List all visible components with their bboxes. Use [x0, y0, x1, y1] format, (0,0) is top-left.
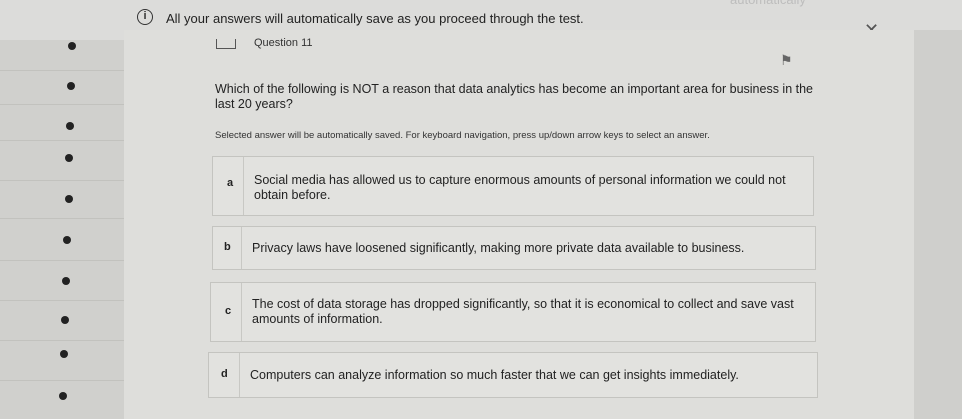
question-label: Question 11 [254, 37, 313, 49]
keyboard-instruction: Selected answer will be automatically sa… [215, 130, 710, 141]
question-status-dot [61, 316, 69, 324]
right-margin [914, 30, 962, 419]
rail-row[interactable] [0, 140, 124, 181]
answer-divider [241, 227, 242, 269]
autosave-message: All your answers will automatically save… [166, 11, 584, 26]
info-icon: i [137, 9, 153, 25]
question-status-dot [65, 154, 73, 162]
answer-text: Privacy laws have loosened significantly… [252, 241, 745, 255]
question-status-dot [66, 122, 74, 130]
rail-row[interactable] [0, 300, 124, 341]
question-status-dot [63, 236, 71, 244]
faded-background-text: automatically [730, 0, 806, 7]
answer-option-c[interactable]: c The cost of data storage has dropped s… [210, 282, 816, 342]
question-text: Which of the following is NOT a reason t… [215, 82, 814, 111]
question-status-dot [60, 350, 68, 358]
rail-row[interactable] [0, 340, 124, 381]
answer-letter: d [221, 368, 228, 380]
answer-text: The cost of data storage has dropped sig… [252, 297, 794, 326]
answer-option-d[interactable]: d Computers can analyze information so m… [208, 352, 818, 398]
answer-letter: a [227, 177, 234, 189]
flag-icon[interactable]: ⚑ [780, 52, 793, 69]
question-status-dot [68, 42, 76, 50]
question-icon [216, 39, 236, 49]
answer-option-a[interactable]: a Social media has allowed us to capture… [212, 156, 814, 216]
answer-option-b[interactable]: b Privacy laws have loosened significant… [212, 226, 816, 270]
answer-text: Social media has allowed us to capture e… [254, 173, 786, 202]
question-status-dot [65, 195, 73, 203]
question-status-dot [62, 277, 70, 285]
rail-row[interactable] [0, 40, 124, 71]
answer-divider [241, 283, 242, 341]
rail-row[interactable] [0, 380, 124, 419]
answer-divider [243, 157, 244, 215]
answer-letter: c [225, 305, 232, 317]
answer-letter: b [224, 241, 231, 253]
question-nav-rail [0, 40, 125, 419]
rail-row[interactable] [0, 180, 124, 219]
rail-row[interactable] [0, 260, 124, 301]
answer-text: Computers can analyze information so muc… [250, 368, 739, 382]
rail-row[interactable] [0, 104, 124, 141]
rail-row[interactable] [0, 70, 124, 105]
rail-row[interactable] [0, 218, 124, 261]
question-status-dot [67, 82, 75, 90]
question-status-dot [59, 392, 67, 400]
answer-divider [239, 353, 240, 397]
